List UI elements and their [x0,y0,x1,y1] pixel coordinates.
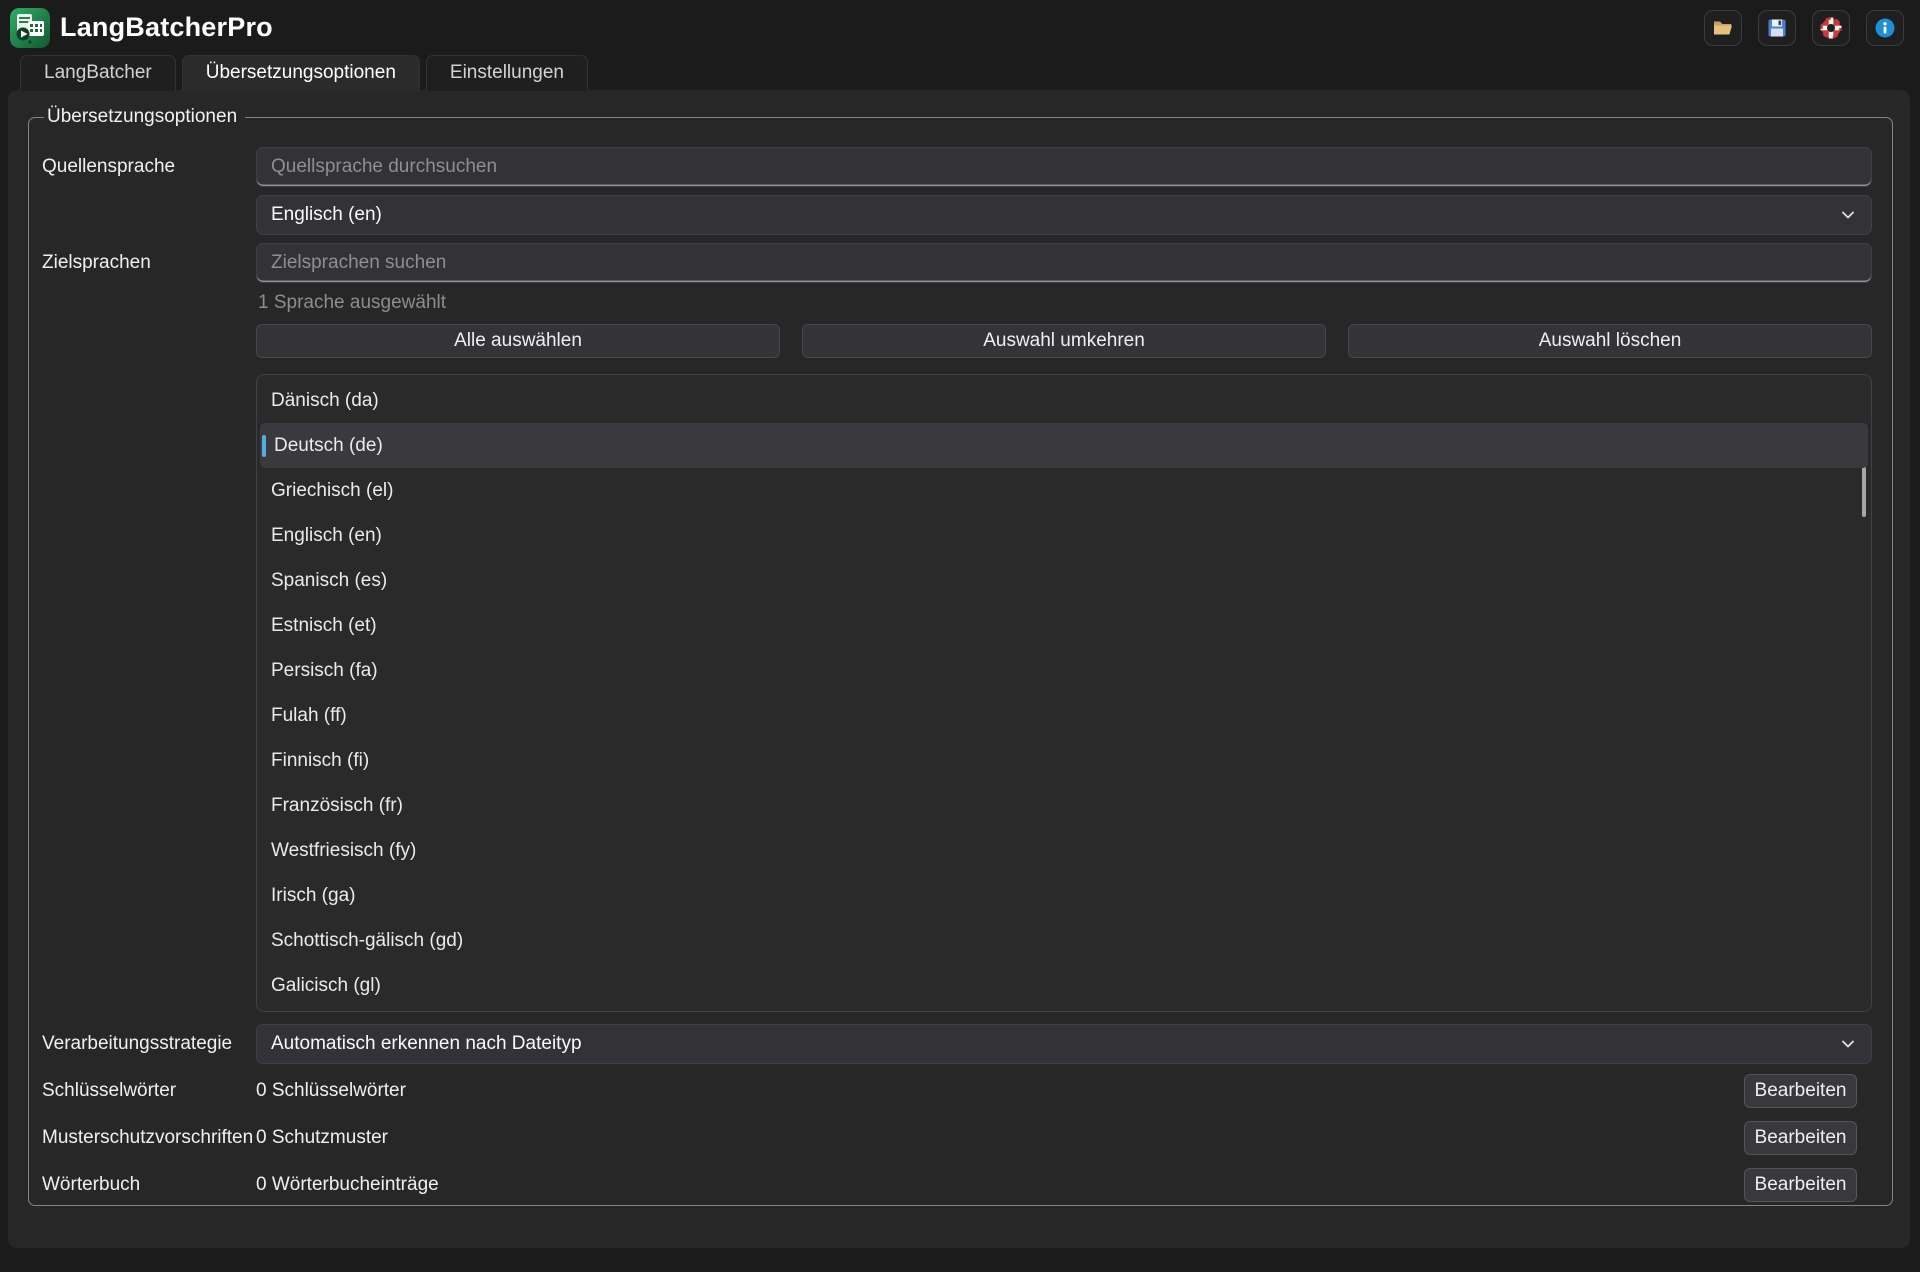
groupbox-title: Übersetzungsoptionen [44,106,245,128]
list-item-label: Finnisch (fi) [271,750,369,771]
source-language-selected-value: Englisch (en) [271,204,1839,226]
app-logo-icon [10,8,50,48]
translation-options-panel: Übersetzungsoptionen Quellensprache Engl… [8,90,1910,1248]
list-item[interactable]: Deutsch (de) [260,423,1868,468]
clear-selection-button[interactable]: Auswahl löschen [1348,324,1872,358]
list-item-label: Westfriesisch (fy) [271,840,416,861]
list-item-label: Galicisch (gl) [271,975,381,996]
list-item-label: Französisch (fr) [271,795,403,816]
list-item-label: Deutsch (de) [274,435,383,456]
list-item-label: Fulah (ff) [271,705,347,726]
keywords-count: 0 Schlüsselwörter [256,1080,1744,1102]
edit-keywords-button[interactable]: Bearbeiten [1744,1074,1857,1108]
list-item[interactable]: Englisch (en) [257,513,1871,558]
edit-dictionary-button[interactable]: Bearbeiten [1744,1168,1857,1202]
titlebar: LangBatcherPro [0,0,1920,55]
selection-buttons: Alle auswählen Auswahl umkehren Auswahl … [256,324,1872,358]
processing-strategy-selected-value: Automatisch erkennen nach Dateityp [271,1033,1839,1055]
info-icon [1874,17,1896,39]
list-item-label: Schottisch-gälisch (gd) [271,930,463,951]
list-item[interactable]: Dänisch (da) [257,378,1871,423]
source-language-dropdown[interactable]: Englisch (en) [256,195,1872,235]
list-item-label: Spanisch (es) [271,570,387,591]
list-item[interactable]: Estnisch (et) [257,603,1871,648]
lifebuoy-icon [1820,17,1842,39]
target-language-list: Dänisch (da) Deutsch (de) Griechisch (el) E… [256,374,1872,1012]
tab-bar: LangBatcher Übersetzungsoptionen Einstel… [20,55,588,91]
selection-indicator-bar [262,435,266,457]
tab-langbatcher[interactable]: LangBatcher [20,55,176,91]
source-language-label: Quellensprache [42,147,256,187]
list-item[interactable]: Fulah (ff) [257,693,1871,738]
list-item[interactable]: Irisch (ga) [257,873,1871,918]
processing-strategy-label: Verarbeitungsstrategie [42,1024,256,1064]
list-item[interactable]: Griechisch (el) [257,468,1871,513]
tab-einstellungen[interactable]: Einstellungen [426,55,588,91]
folder-icon [1712,17,1734,39]
list-item-label: Estnisch (et) [271,615,377,636]
list-item-label: Irisch (ga) [271,885,355,906]
protection-patterns-label: Musterschutzvorschriften [42,1118,256,1158]
chevron-down-icon [1839,1035,1857,1053]
edit-patterns-button[interactable]: Bearbeiten [1744,1121,1857,1155]
keywords-label: Schlüsselwörter [42,1071,256,1111]
list-item[interactable]: Spanisch (es) [257,558,1871,603]
info-button[interactable] [1866,10,1904,46]
list-item-label: Griechisch (el) [271,480,393,501]
list-item[interactable]: Schottisch-gälisch (gd) [257,918,1871,963]
save-icon [1766,17,1788,39]
select-all-button[interactable]: Alle auswählen [256,324,780,358]
save-button[interactable] [1758,10,1796,46]
source-language-search-input[interactable] [256,147,1872,187]
list-item[interactable]: Westfriesisch (fy) [257,828,1871,873]
selection-count-status: 1 Sprache ausgewählt [258,292,1872,314]
list-item-label: Englisch (en) [271,525,382,546]
dictionary-count: 0 Wörterbucheinträge [256,1174,1744,1196]
translation-options-groupbox: Übersetzungsoptionen Quellensprache Engl… [28,106,1893,1206]
app-title: LangBatcherPro [60,12,273,43]
titlebar-buttons [1704,10,1904,46]
target-languages-label: Zielsprachen [42,243,256,283]
list-item-label: Persisch (fa) [271,660,378,681]
list-item[interactable]: Finnisch (fi) [257,738,1871,783]
protection-patterns-count: 0 Schutzmuster [256,1127,1744,1149]
tab-uebersetzungsoptionen[interactable]: Übersetzungsoptionen [182,55,420,91]
invert-selection-button[interactable]: Auswahl umkehren [802,324,1326,358]
dictionary-label: Wörterbuch [42,1165,256,1205]
list-item[interactable]: Galicisch (gl) [257,963,1871,1008]
processing-strategy-dropdown[interactable]: Automatisch erkennen nach Dateityp [256,1024,1872,1064]
list-item[interactable]: Persisch (fa) [257,648,1871,693]
list-item[interactable]: Französisch (fr) [257,783,1871,828]
list-item-label: Dänisch (da) [271,390,379,411]
chevron-down-icon [1839,206,1857,224]
help-button[interactable] [1812,10,1850,46]
target-languages-search-input[interactable] [256,243,1872,283]
open-file-button[interactable] [1704,10,1742,46]
